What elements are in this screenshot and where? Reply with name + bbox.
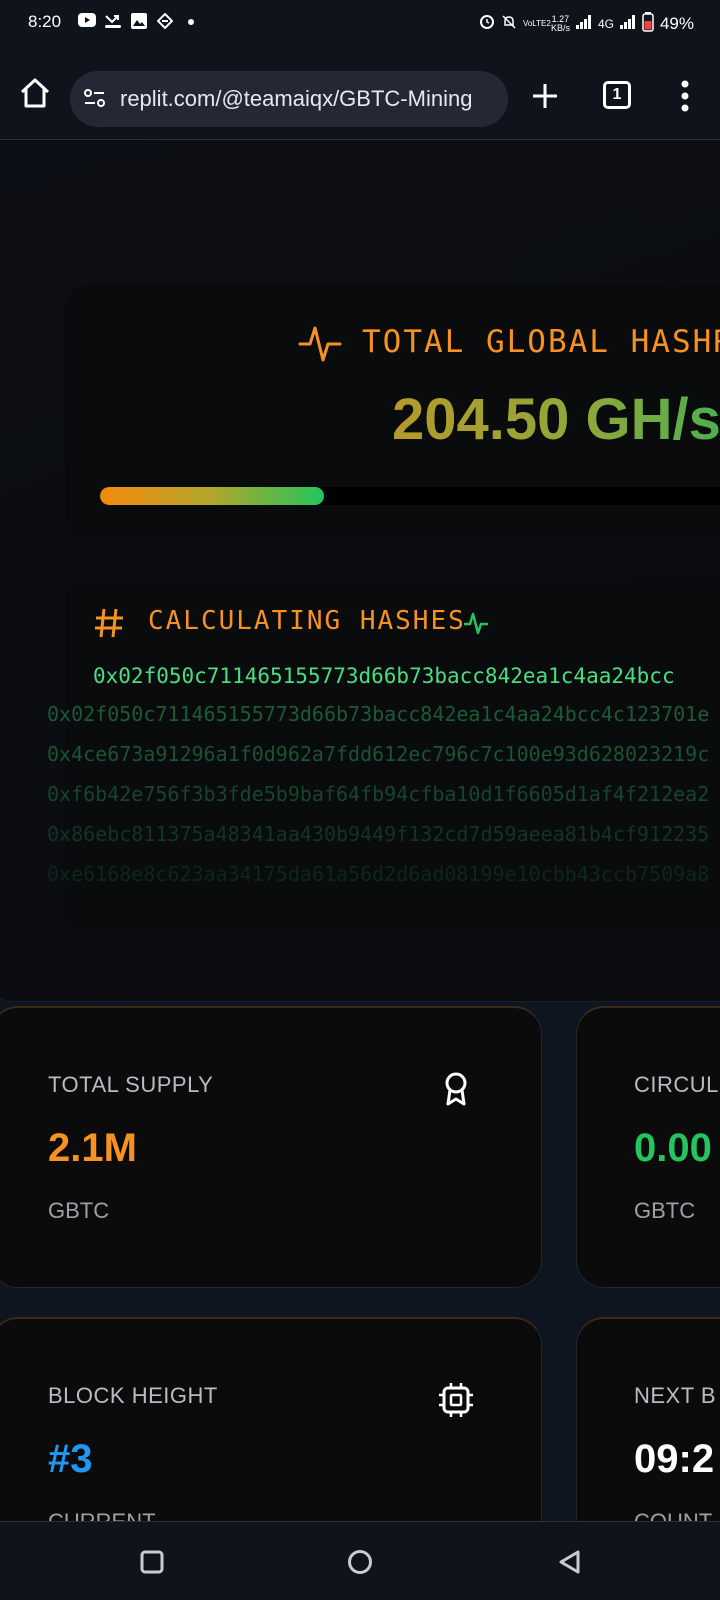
total-supply-card: TOTAL SUPPLY 2.1M GBTC bbox=[0, 1006, 542, 1288]
signal-icon-2 bbox=[619, 15, 636, 32]
notification-icons bbox=[78, 12, 200, 30]
circulating-card: CIRCUL 0.00 GBTC bbox=[576, 1006, 720, 1288]
speed-indicator: 1.27 KB/s bbox=[550, 14, 570, 33]
volte-label: VoLTE2 bbox=[522, 18, 551, 28]
speed-unit: KB/s bbox=[550, 22, 570, 33]
hashes-title: CALCULATING HASHES bbox=[148, 606, 466, 636]
hash-history-line: 0xf6b42e756f3b3fde5b9baf64fb94cfba10d1f6… bbox=[47, 782, 710, 806]
tab-switcher-button[interactable]: 1 bbox=[603, 81, 631, 109]
hashrate-value: 204.50 GH/s bbox=[392, 387, 720, 452]
new-tab-button[interactable] bbox=[530, 81, 560, 111]
square-icon bbox=[140, 1550, 164, 1574]
missed-call-icon bbox=[104, 13, 122, 29]
system-icons: VoLTE2 1.27 KB/s 4G 49% bbox=[479, 12, 694, 35]
recents-button[interactable] bbox=[138, 1548, 166, 1576]
battery-icon bbox=[642, 12, 654, 35]
site-settings-icon[interactable] bbox=[82, 86, 108, 112]
app-icon bbox=[156, 12, 174, 30]
network-type: 4G bbox=[597, 16, 614, 31]
system-nav-bar bbox=[0, 1521, 720, 1600]
activity-icon bbox=[298, 320, 342, 366]
status-bar: 8:20 VoLTE2 1.27 KB/s 4G 49% bbox=[0, 0, 720, 46]
youtube-icon bbox=[78, 13, 96, 29]
alarm-icon bbox=[479, 14, 495, 33]
address-bar[interactable]: replit.com/@teamaiqx/GBTC-Mining bbox=[70, 71, 508, 127]
cpu-icon bbox=[439, 1381, 473, 1419]
more-vert-icon bbox=[681, 80, 689, 112]
hash-history-line: 0xe6168e8c623aa34175da61a56d2d6ad08199e1… bbox=[47, 862, 710, 886]
card-value: #3 bbox=[48, 1437, 93, 1481]
signal-icon bbox=[575, 15, 592, 32]
card-value: 0.00 bbox=[634, 1126, 712, 1170]
hash-history-line: 0x4ce673a91296a1f0d962a7fdd612ec796c7c10… bbox=[47, 742, 710, 766]
home-icon bbox=[20, 78, 50, 108]
screen: 8:20 VoLTE2 1.27 KB/s 4G 49% replit.com/… bbox=[0, 0, 720, 1600]
card-unit: GBTC bbox=[48, 1198, 110, 1223]
card-label: NEXT B bbox=[634, 1383, 717, 1408]
card-unit: GBTC bbox=[634, 1198, 696, 1223]
card-value: 09:2 bbox=[634, 1437, 715, 1481]
status-time: 8:20 bbox=[28, 12, 62, 31]
home-button[interactable] bbox=[18, 76, 52, 110]
card-value: 2.1M bbox=[48, 1126, 137, 1170]
plus-icon bbox=[533, 84, 557, 108]
card-label: CIRCUL bbox=[634, 1072, 719, 1097]
browser-toolbar: replit.com/@teamaiqx/GBTC-Mining 1 bbox=[0, 46, 720, 140]
hashrate-title: TOTAL GLOBAL HASHRA bbox=[362, 324, 720, 360]
card-label: BLOCK HEIGHT bbox=[48, 1383, 218, 1408]
more-menu-button[interactable] bbox=[680, 79, 690, 113]
image-icon bbox=[130, 13, 148, 29]
mute-icon bbox=[501, 14, 517, 33]
circle-icon bbox=[348, 1550, 372, 1574]
award-icon bbox=[439, 1070, 473, 1108]
back-triangle-icon bbox=[559, 1550, 580, 1574]
hashrate-progress bbox=[100, 487, 720, 505]
back-button[interactable] bbox=[556, 1548, 584, 1576]
battery-percent: 49% bbox=[659, 13, 694, 33]
pulse-icon bbox=[462, 609, 490, 637]
hash-history-line: 0x02f050c711465155773d66b73bacc842ea1c4a… bbox=[47, 702, 710, 726]
hash-history-line: 0x86ebc811375a48341aa430b9449f132cd7d59a… bbox=[47, 822, 710, 846]
card-label: TOTAL SUPPLY bbox=[48, 1072, 214, 1097]
url-text[interactable]: replit.com/@teamaiqx/GBTC-Mining bbox=[120, 86, 472, 112]
hashrate-progress-fill bbox=[100, 487, 324, 505]
dot-icon bbox=[182, 13, 200, 29]
hash-icon bbox=[93, 606, 125, 640]
current-hash: 0x02f050c711465155773d66b73bacc842ea1c4a… bbox=[93, 664, 675, 688]
home-nav-button[interactable] bbox=[346, 1548, 374, 1576]
